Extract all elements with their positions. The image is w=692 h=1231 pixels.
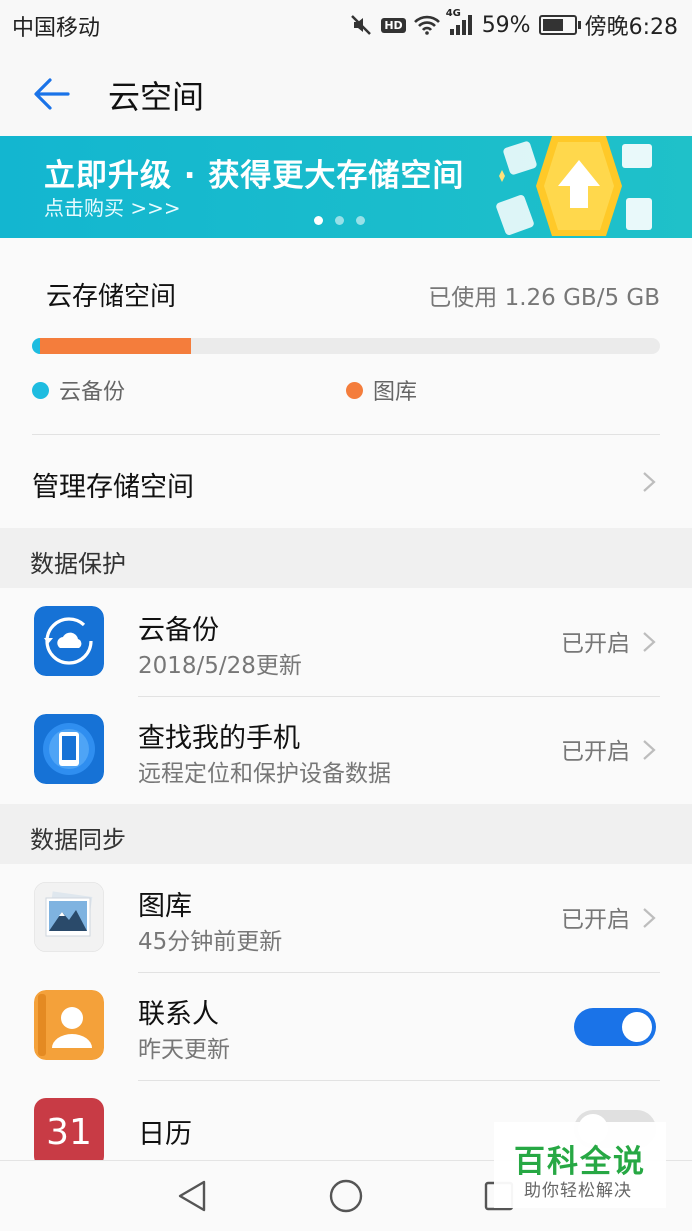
protection-list: 云备份 2018/5/28更新 已开启 查找我的手机 远程定位和保护设备数据 已… bbox=[0, 588, 692, 804]
upgrade-arrow-icon bbox=[496, 136, 652, 236]
cloud-backup-icon bbox=[34, 606, 104, 676]
list-item-cloud-backup[interactable]: 云备份 2018/5/28更新 已开启 bbox=[0, 588, 692, 696]
signal-icon: 4G bbox=[446, 8, 474, 36]
battery-icon bbox=[538, 15, 581, 35]
item-title: 联系人 bbox=[138, 999, 219, 1030]
legend-gallery-swatch bbox=[346, 381, 363, 399]
status-icons: HD 4G 59% 傍晚6:28 bbox=[349, 8, 678, 41]
list-item-contacts[interactable]: 联系人 昨天更新 bbox=[0, 972, 692, 1080]
gallery-usage-segment bbox=[40, 338, 191, 354]
banner-page-indicator bbox=[314, 216, 365, 225]
network-type: 4G bbox=[445, 8, 461, 19]
item-status: 已开启 bbox=[561, 907, 630, 933]
storage-usage-bar bbox=[32, 338, 660, 354]
section-title: 数据保护 bbox=[30, 550, 126, 578]
sync-list: 图库 45分钟前更新 已开启 联系人 昨天更新 31 日历 bbox=[0, 864, 692, 1160]
contacts-sync-toggle[interactable] bbox=[574, 1008, 656, 1046]
backup-usage-segment bbox=[32, 338, 40, 354]
item-subtitle: 远程定位和保护设备数据 bbox=[138, 761, 391, 787]
toggle-knob bbox=[622, 1012, 652, 1042]
page-dot bbox=[356, 216, 365, 225]
item-status: 已开启 bbox=[561, 631, 630, 657]
legend-backup: 云备份 bbox=[32, 374, 125, 406]
item-title: 云备份 bbox=[138, 615, 219, 646]
chevron-right-icon bbox=[643, 632, 656, 652]
calendar-icon: 31 bbox=[34, 1098, 104, 1160]
item-title: 图库 bbox=[138, 891, 192, 922]
list-item-find-phone[interactable]: 查找我的手机 远程定位和保护设备数据 已开启 bbox=[0, 696, 692, 804]
watermark-subtitle: 助你轻松解决 bbox=[524, 1181, 632, 1201]
item-subtitle: 昨天更新 bbox=[138, 1037, 230, 1063]
page-dot bbox=[314, 216, 323, 225]
list-item-gallery[interactable]: 图库 45分钟前更新 已开启 bbox=[0, 864, 692, 972]
storage-card: 云存储空间 已使用 1.26 GB/5 GB 云备份 图库 管理存储空间 bbox=[0, 238, 692, 528]
calendar-day: 31 bbox=[46, 1112, 92, 1153]
storage-label: 云存储空间 bbox=[46, 282, 177, 312]
hd-voice-icon: HD bbox=[381, 17, 406, 33]
chevron-right-icon bbox=[643, 472, 656, 492]
clock: 傍晚6:28 bbox=[584, 15, 678, 40]
legend-gallery-label: 图库 bbox=[373, 380, 418, 405]
item-title: 日历 bbox=[138, 1119, 192, 1150]
status-bar: 中国移动 HD 4G 59% 傍晚6:28 bbox=[0, 0, 692, 48]
item-subtitle: 45分钟前更新 bbox=[138, 929, 283, 955]
section-header-sync: 数据同步 bbox=[0, 804, 692, 864]
contacts-icon bbox=[34, 990, 104, 1060]
chevron-right-icon bbox=[643, 740, 656, 760]
gallery-icon bbox=[34, 882, 104, 952]
battery-percent: 59% bbox=[481, 12, 531, 38]
legend-backup-swatch bbox=[32, 381, 49, 399]
back-triangle-icon[interactable] bbox=[176, 1179, 208, 1213]
item-title: 查找我的手机 bbox=[138, 723, 300, 754]
banner-headline: 立即升级 · 获得更大存储空间 bbox=[44, 158, 465, 194]
section-title: 数据同步 bbox=[30, 826, 126, 854]
arrow-left-icon[interactable] bbox=[30, 72, 74, 116]
mute-icon bbox=[349, 14, 373, 36]
manage-storage-label: 管理存储空间 bbox=[32, 472, 194, 503]
find-phone-icon bbox=[34, 714, 104, 784]
home-circle-icon[interactable] bbox=[328, 1178, 364, 1214]
legend-gallery: 图库 bbox=[346, 374, 417, 406]
page-title: 云空间 bbox=[108, 78, 205, 116]
chevron-right-icon bbox=[643, 908, 656, 928]
manage-storage-row[interactable]: 管理存储空间 bbox=[0, 435, 692, 528]
upgrade-banner[interactable]: 立即升级 · 获得更大存储空间 点击购买 >>> bbox=[0, 136, 692, 238]
legend-backup-label: 云备份 bbox=[59, 380, 126, 405]
item-subtitle: 2018/5/28更新 bbox=[138, 653, 302, 679]
app-bar: 云空间 bbox=[0, 48, 692, 136]
item-status: 已开启 bbox=[561, 739, 630, 765]
watermark-logo: 百科全说 助你轻松解决 bbox=[494, 1122, 666, 1208]
watermark-title: 百科全说 bbox=[514, 1144, 646, 1180]
section-header-protection: 数据保护 bbox=[0, 528, 692, 588]
carrier-name: 中国移动 bbox=[12, 16, 101, 41]
storage-usage: 已使用 1.26 GB/5 GB bbox=[428, 285, 660, 311]
page-dot bbox=[335, 216, 344, 225]
banner-buy-link[interactable]: 点击购买 >>> bbox=[44, 192, 181, 221]
wifi-icon bbox=[413, 15, 440, 35]
